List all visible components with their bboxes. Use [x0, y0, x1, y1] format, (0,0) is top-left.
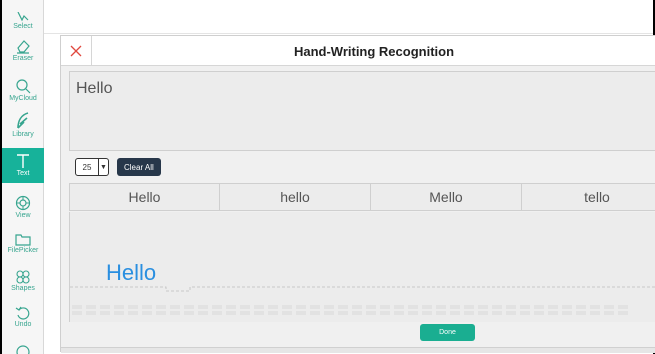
recognized-text-box[interactable]: Hello — [69, 71, 655, 151]
tool-mycloud[interactable]: MyCloud — [2, 78, 44, 108]
view-icon — [15, 195, 31, 211]
tool-text[interactable]: Text — [2, 148, 44, 183]
tool-label: View — [15, 212, 31, 219]
tool-shapes[interactable]: Shapes — [2, 270, 44, 296]
eraser-icon — [17, 40, 30, 54]
dropdown-arrow-icon: ▼ — [98, 159, 108, 175]
writing-canvas[interactable]: Hello — [69, 212, 655, 322]
font-size-value: 25 — [82, 162, 92, 172]
text-icon — [17, 154, 29, 168]
undo-icon — [15, 306, 30, 320]
done-button[interactable]: Done — [420, 324, 475, 341]
tool-sidebar: Select Eraser MyCloud Library Text View … — [2, 0, 44, 354]
close-button[interactable] — [61, 36, 92, 66]
tool-library[interactable]: Library — [2, 112, 44, 144]
handwriting-dialog: Hand-Writing Recognition Hello 25 ▼ Clea… — [60, 35, 655, 353]
suggestion-item[interactable]: Hello — [69, 184, 220, 210]
dialog-header: Hand-Writing Recognition — [61, 36, 655, 66]
tool-label: Text — [16, 170, 30, 177]
tool-filepicker[interactable]: FilePicker — [2, 233, 44, 259]
close-icon — [70, 45, 82, 57]
more-tool-icon — [16, 345, 30, 354]
tool-label: MyCloud — [9, 95, 37, 102]
suggestion-item[interactable]: Mello — [371, 184, 522, 210]
top-toolbar — [44, 0, 653, 34]
tool-label: Select — [13, 23, 33, 30]
writing-baseline — [70, 286, 655, 292]
controls-row: 25 ▼ Clear All — [75, 158, 161, 176]
tool-label: Shapes — [11, 285, 35, 292]
suggestion-item[interactable]: tello — [522, 184, 655, 210]
tool-label: Undo — [14, 321, 32, 328]
tool-select[interactable]: Select — [2, 0, 44, 34]
tool-label: Eraser — [12, 55, 34, 62]
select-icon — [17, 12, 29, 22]
search-icon — [16, 79, 31, 94]
dialog-title: Hand-Writing Recognition — [293, 43, 455, 59]
suggestion-item[interactable]: hello — [220, 184, 371, 210]
tool-label: Library — [12, 131, 34, 138]
dialog-bottom-bar — [61, 347, 655, 353]
tool-undo[interactable]: Undo — [2, 306, 44, 334]
clear-all-button[interactable]: Clear All — [117, 158, 161, 176]
feather-icon — [17, 112, 29, 129]
suggestion-bar: Hello hello Mello tello — [69, 183, 655, 211]
canvas-grid-strip — [70, 304, 655, 320]
tool-view[interactable]: View — [2, 195, 44, 227]
tool-eraser[interactable]: Eraser — [2, 38, 44, 70]
font-size-select[interactable]: 25 ▼ — [75, 158, 109, 176]
shapes-icon — [16, 270, 30, 284]
folder-icon — [15, 234, 31, 246]
tool-label: FilePicker — [7, 247, 39, 254]
recognized-text: Hello — [76, 80, 113, 97]
tool-more[interactable] — [2, 343, 44, 354]
